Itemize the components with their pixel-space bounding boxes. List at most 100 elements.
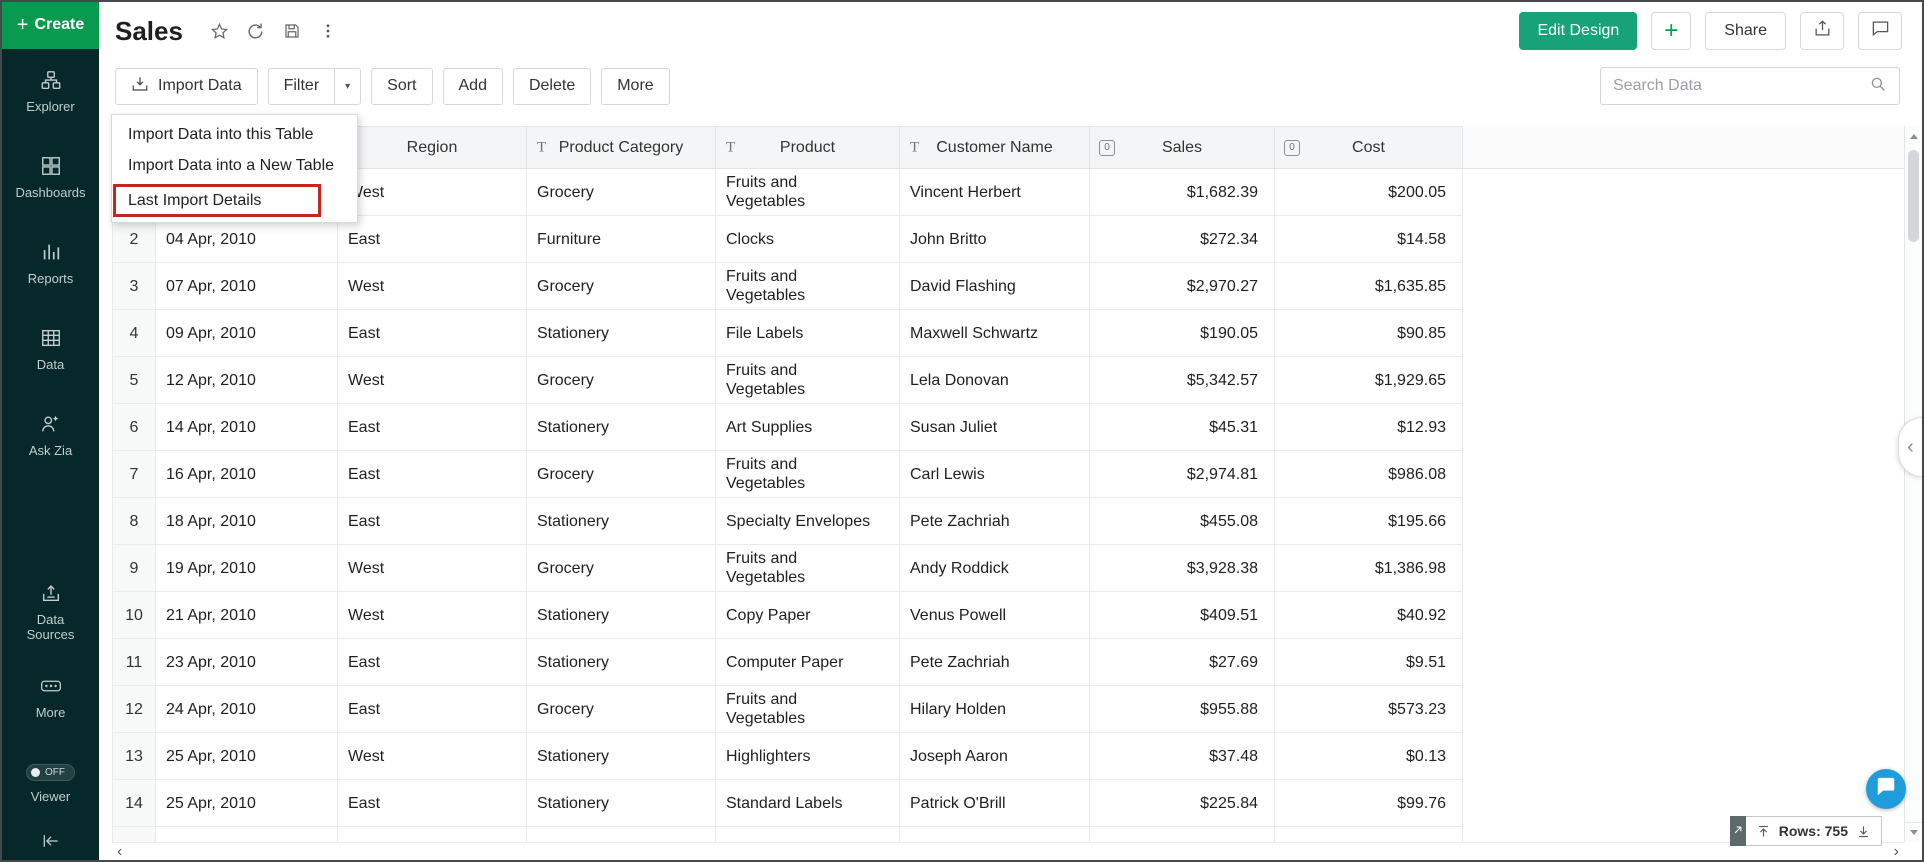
column-header-customer-name[interactable]: TCustomer Name — [900, 127, 1090, 169]
table-cell[interactable]: $409.51 — [1090, 592, 1275, 639]
table-cell[interactable]: Fruits and Vegetables — [716, 263, 900, 310]
table-cell[interactable]: $625.39 — [1275, 827, 1463, 843]
table-cell[interactable]: 09 Apr, 2010 — [156, 310, 338, 357]
filter-dropdown-arrow[interactable]: ▾ — [335, 68, 361, 105]
table-cell[interactable]: $90.85 — [1275, 310, 1463, 357]
kebab-menu-icon[interactable] — [313, 16, 343, 46]
table-cell[interactable]: $2,974.81 — [1090, 451, 1275, 498]
row-number-cell[interactable]: 7 — [113, 451, 156, 498]
table-cell[interactable]: Fruits and Vegetables — [716, 169, 900, 216]
table-cell[interactable]: Carl Lewis — [900, 451, 1090, 498]
table-cell[interactable]: $1,386.98 — [1275, 545, 1463, 592]
table-cell[interactable]: $5,342.57 — [1090, 357, 1275, 404]
vertical-scrollbar[interactable] — [1904, 126, 1922, 842]
table-cell[interactable]: $45.31 — [1090, 404, 1275, 451]
row-number-cell[interactable]: 13 — [113, 733, 156, 780]
table-cell[interactable]: Clocks — [716, 216, 900, 263]
table-cell[interactable]: $955.88 — [1090, 686, 1275, 733]
table-cell[interactable]: $272.34 — [1090, 216, 1275, 263]
table-cell[interactable]: Patrick O'Brill — [900, 780, 1090, 827]
menu-item[interactable]: Import Data into this Table — [112, 119, 357, 150]
table-cell[interactable]: East — [338, 780, 527, 827]
table-cell[interactable]: East — [338, 639, 527, 686]
table-cell[interactable]: West — [338, 827, 527, 843]
table-cell[interactable]: $9.51 — [1275, 639, 1463, 686]
table-cell[interactable]: Venus Powell — [900, 592, 1090, 639]
table-cell[interactable]: Lela Donovan — [900, 357, 1090, 404]
delete-button[interactable]: Delete — [513, 68, 591, 105]
table-cell[interactable]: West — [338, 357, 527, 404]
sidebar-collapse-button[interactable] — [2, 827, 99, 860]
table-cell[interactable]: $195.66 — [1275, 498, 1463, 545]
table-cell[interactable]: West — [338, 733, 527, 780]
add-new-button[interactable]: + — [1651, 12, 1691, 50]
column-header-product[interactable]: TProduct — [716, 127, 900, 169]
table-cell[interactable]: 14 Apr, 2010 — [156, 404, 338, 451]
table-cell[interactable]: $190.05 — [1090, 310, 1275, 357]
table-cell[interactable]: West — [338, 263, 527, 310]
row-number-cell[interactable]: 8 — [113, 498, 156, 545]
table-cell[interactable]: 16 Apr, 2010 — [156, 451, 338, 498]
table-cell[interactable]: $1,635.85 — [1275, 263, 1463, 310]
table-cell[interactable]: West — [338, 545, 527, 592]
table-cell[interactable]: $455.08 — [1090, 498, 1275, 545]
table-cell[interactable]: Stationery — [527, 639, 716, 686]
table-cell[interactable]: $1,682.39 — [1090, 169, 1275, 216]
table-cell[interactable]: West — [338, 169, 527, 216]
row-number-cell[interactable]: 10 — [113, 592, 156, 639]
table-cell[interactable]: Grocery — [527, 545, 716, 592]
table-cell[interactable]: 18 Apr, 2010 — [156, 498, 338, 545]
table-cell[interactable]: Grocery — [527, 451, 716, 498]
table-cell[interactable]: Computer Paper — [716, 639, 900, 686]
add-button[interactable]: Add — [443, 68, 503, 105]
table-cell[interactable]: East — [338, 404, 527, 451]
viewer-off-toggle[interactable]: OFF — [26, 764, 75, 781]
table-cell[interactable]: $99.76 — [1275, 780, 1463, 827]
sidebar-item-data[interactable]: Data — [2, 307, 99, 393]
table-cell[interactable]: East — [338, 498, 527, 545]
table-cell[interactable]: Grocery — [527, 263, 716, 310]
row-number-cell[interactable]: 9 — [113, 545, 156, 592]
table-cell[interactable]: Stationery — [527, 592, 716, 639]
table-cell[interactable]: $40.92 — [1275, 592, 1463, 639]
table-cell[interactable]: Fruits and Vegetables — [716, 545, 900, 592]
sort-button[interactable]: Sort — [371, 68, 432, 105]
horizontal-scrollbar[interactable]: ‹ › — [112, 842, 1904, 860]
table-cell[interactable]: Computer Paper — [716, 827, 900, 843]
sidebar-item-dashboards[interactable]: Dashboards — [2, 135, 99, 221]
comments-button[interactable] — [1858, 12, 1902, 50]
table-cell[interactable]: $200.05 — [1275, 169, 1463, 216]
scroll-up-arrow[interactable] — [1905, 126, 1922, 146]
table-cell[interactable]: 24 Apr, 2010 — [156, 686, 338, 733]
scroll-right-arrow[interactable]: › — [1894, 844, 1899, 860]
row-number-cell[interactable]: 14 — [113, 780, 156, 827]
table-cell[interactable]: Pete Zachriah — [900, 498, 1090, 545]
scroll-down-arrow[interactable] — [1905, 822, 1922, 842]
sidebar-item-explorer[interactable]: Explorer — [2, 49, 99, 135]
table-cell[interactable]: $986.08 — [1275, 451, 1463, 498]
table-cell[interactable]: Stationery — [527, 827, 716, 843]
table-cell[interactable]: 25 Apr, 2010 — [156, 780, 338, 827]
table-cell[interactable]: 21 Apr, 2010 — [156, 592, 338, 639]
chat-support-button[interactable] — [1866, 769, 1906, 809]
share-button[interactable]: Share — [1705, 12, 1786, 50]
favorite-star-icon[interactable] — [205, 16, 235, 46]
table-cell[interactable]: David Flashing — [900, 263, 1090, 310]
more-button[interactable]: More — [601, 68, 669, 105]
table-cell[interactable]: Specialty Envelopes — [716, 498, 900, 545]
table-cell[interactable]: 19 Apr, 2010 — [156, 545, 338, 592]
table-cell[interactable]: Grocery — [527, 686, 716, 733]
table-cell[interactable]: William Brown — [900, 827, 1090, 843]
refresh-icon[interactable] — [241, 16, 271, 46]
table-cell[interactable]: $1,816.44 — [1090, 827, 1275, 843]
table-cell[interactable]: $14.58 — [1275, 216, 1463, 263]
table-cell[interactable]: $12.93 — [1275, 404, 1463, 451]
import-data-button[interactable]: Import Data — [115, 68, 258, 105]
filter-button[interactable]: Filter — [268, 68, 336, 105]
table-cell[interactable]: 26 Apr, 2010 — [156, 827, 338, 843]
sidebar-item-ask-zia[interactable]: Ask Zia — [2, 393, 99, 479]
table-cell[interactable]: $225.84 — [1090, 780, 1275, 827]
jump-to-bottom-icon[interactable] — [1856, 824, 1871, 839]
table-cell[interactable]: $1,929.65 — [1275, 357, 1463, 404]
jump-to-top-icon[interactable] — [1756, 824, 1771, 839]
